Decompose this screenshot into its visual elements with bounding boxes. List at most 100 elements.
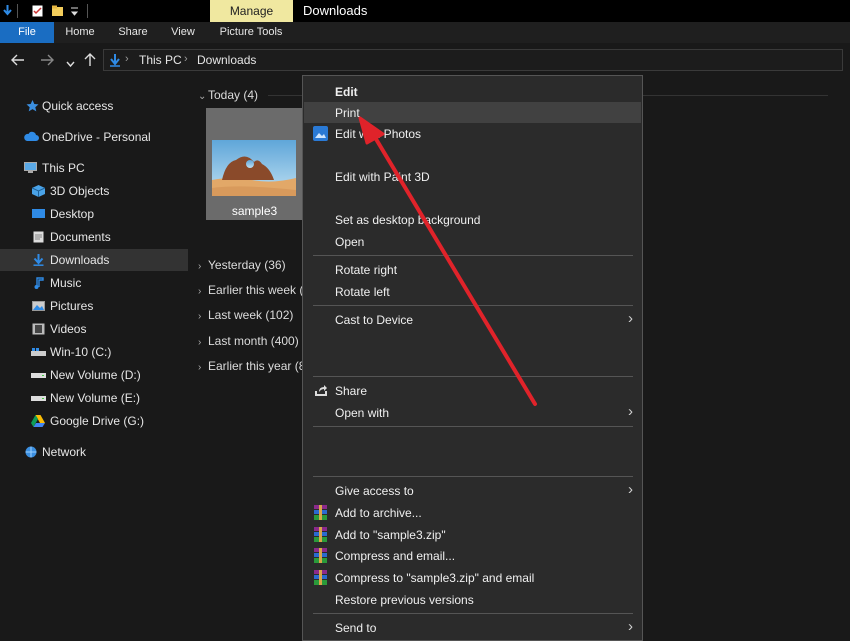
- winrar-icon: [314, 570, 327, 585]
- forward-button[interactable]: [40, 53, 54, 69]
- group-last-week[interactable]: › Last week (102): [198, 308, 293, 322]
- menu-item-restore-previous-versions[interactable]: Restore previous versions: [304, 589, 641, 610]
- chevron-right-icon: ›: [628, 481, 633, 498]
- tab-picture-tools[interactable]: Picture Tools: [213, 22, 289, 43]
- navigation-pane: Quick access OneDrive - Personal This PC…: [0, 78, 188, 641]
- tab-view[interactable]: View: [162, 22, 204, 43]
- sidebar-item-downloads[interactable]: Downloads: [0, 249, 188, 271]
- sidebar-item-network[interactable]: Network: [0, 441, 188, 463]
- file-item-sample3[interactable]: sample3: [206, 108, 303, 220]
- group-label: Yesterday (36): [208, 258, 286, 272]
- back-button[interactable]: [11, 53, 25, 69]
- breadcrumb-this-pc[interactable]: This PC: [139, 53, 182, 67]
- menu-item-edit-with-photos[interactable]: Edit with Photos: [304, 123, 641, 144]
- sidebar-item-onedrive[interactable]: OneDrive - Personal: [0, 126, 188, 148]
- customize-dropdown-icon[interactable]: [69, 5, 80, 17]
- menu-item-label: Open: [335, 235, 365, 249]
- chevron-right-icon: ›: [198, 362, 202, 373]
- share-icon: [315, 385, 327, 396]
- cube-icon: [32, 185, 45, 197]
- menu-item-compress-and-email[interactable]: Compress and email...: [304, 545, 641, 566]
- group-yesterday[interactable]: › Yesterday (36): [198, 258, 286, 272]
- menu-item-rotate-left[interactable]: Rotate left: [304, 281, 641, 302]
- menu-item-send-to[interactable]: Send to ›: [304, 617, 641, 638]
- menu-item-open-with[interactable]: Open with ›: [304, 402, 641, 423]
- menu-item-set-desktop-background[interactable]: Set as desktop background: [304, 209, 641, 230]
- menu-item-label: Print: [335, 106, 360, 120]
- toolbar-divider: [17, 4, 18, 18]
- chevron-right-icon: ›: [628, 403, 633, 420]
- sidebar-item-label: Music: [50, 276, 82, 290]
- sidebar-item-google-drive[interactable]: Google Drive (G:): [0, 410, 188, 432]
- sidebar-item-desktop[interactable]: Desktop: [0, 203, 188, 225]
- menu-item-edit[interactable]: Edit: [304, 81, 641, 102]
- menu-item-give-access-to[interactable]: Give access to ›: [304, 480, 641, 501]
- menu-item-label: Open with: [335, 406, 390, 420]
- sidebar-item-drive-e[interactable]: New Volume (E:): [0, 387, 188, 409]
- download-icon: [33, 254, 44, 266]
- menu-item-label: Share: [335, 384, 368, 398]
- menu-item-label: Edit with Paint 3D: [335, 170, 430, 184]
- breadcrumb-downloads[interactable]: Downloads: [197, 53, 256, 67]
- group-today[interactable]: ⌄ Today (4): [198, 88, 258, 102]
- menu-item-add-to-archive[interactable]: Add to archive...: [304, 502, 641, 523]
- menu-item-open[interactable]: Open: [304, 231, 641, 252]
- new-folder-icon[interactable]: [52, 5, 63, 17]
- breadcrumb-separator: ›: [125, 53, 129, 65]
- tab-share[interactable]: Share: [110, 22, 156, 43]
- menu-item-label: Give access to: [335, 484, 414, 498]
- sidebar-item-quick-access[interactable]: Quick access: [0, 95, 188, 117]
- menu-item-label: Set as desktop background: [335, 213, 481, 227]
- recent-locations-button[interactable]: [66, 56, 75, 70]
- download-icon: [110, 54, 120, 67]
- up-button[interactable]: [84, 53, 96, 69]
- tab-home[interactable]: Home: [58, 22, 102, 43]
- menu-item-rotate-right[interactable]: Rotate right: [304, 259, 641, 280]
- sidebar-item-videos[interactable]: Videos: [0, 318, 188, 340]
- desktop-icon: [32, 209, 45, 218]
- sidebar-item-music[interactable]: Music: [0, 272, 188, 294]
- sidebar-item-3d-objects[interactable]: 3D Objects: [0, 180, 188, 202]
- toolbar-divider: [87, 4, 88, 18]
- star-icon: [26, 100, 39, 112]
- sidebar-item-documents[interactable]: Documents: [0, 226, 188, 248]
- sidebar-item-label: New Volume (E:): [50, 391, 141, 405]
- chevron-right-icon: ›: [198, 311, 202, 322]
- menu-item-label: Rotate left: [335, 285, 390, 299]
- menu-item-compress-to-zip-and-email[interactable]: Compress to "sample3.zip" and email: [304, 567, 641, 588]
- menu-item-print[interactable]: Print: [304, 102, 641, 123]
- menu-separator: [313, 613, 633, 614]
- group-last-month[interactable]: › Last month (400): [198, 334, 299, 348]
- menu-item-label: Restore previous versions: [335, 593, 474, 607]
- drive-icon: [31, 348, 46, 356]
- group-earlier-this-week[interactable]: › Earlier this week (: [198, 283, 303, 297]
- properties-icon[interactable]: [32, 5, 43, 17]
- address-bar[interactable]: › This PC › Downloads: [103, 49, 843, 71]
- sidebar-item-label: Network: [42, 445, 87, 459]
- sidebar-item-drive-d[interactable]: New Volume (D:): [0, 364, 188, 386]
- sidebar-item-drive-c[interactable]: Win-10 (C:): [0, 341, 188, 363]
- tab-file[interactable]: File: [0, 22, 54, 43]
- menu-item-label: Cast to Device: [335, 313, 414, 327]
- winrar-icon: [314, 527, 327, 542]
- up-arrow-icon: [84, 53, 96, 66]
- menu-item-cast-to-device[interactable]: Cast to Device ›: [304, 309, 641, 330]
- group-earlier-this-year[interactable]: › Earlier this year (8: [198, 359, 305, 373]
- winrar-icon: [314, 505, 327, 520]
- sidebar-item-label: New Volume (D:): [50, 368, 141, 382]
- menu-item-label: Send to: [335, 621, 377, 635]
- file-thumbnail: [212, 140, 296, 196]
- menu-item-edit-with-paint-3d[interactable]: Edit with Paint 3D: [304, 166, 641, 187]
- sidebar-item-this-pc[interactable]: This PC: [0, 157, 188, 179]
- sidebar-item-label: Videos: [50, 322, 87, 336]
- down-arrow-icon[interactable]: [2, 5, 13, 17]
- menu-item-add-to-zip[interactable]: Add to "sample3.zip": [304, 524, 641, 545]
- sidebar-item-label: Quick access: [42, 99, 114, 113]
- menu-item-share[interactable]: Share: [304, 380, 641, 401]
- menu-separator: [313, 426, 633, 427]
- sidebar-item-pictures[interactable]: Pictures: [0, 295, 188, 317]
- sidebar-item-label: Pictures: [50, 299, 94, 313]
- menu-item-label: Edit: [335, 85, 358, 99]
- manage-contextual-tab[interactable]: Manage: [210, 0, 293, 22]
- menu-item-label: Compress and email...: [335, 549, 456, 563]
